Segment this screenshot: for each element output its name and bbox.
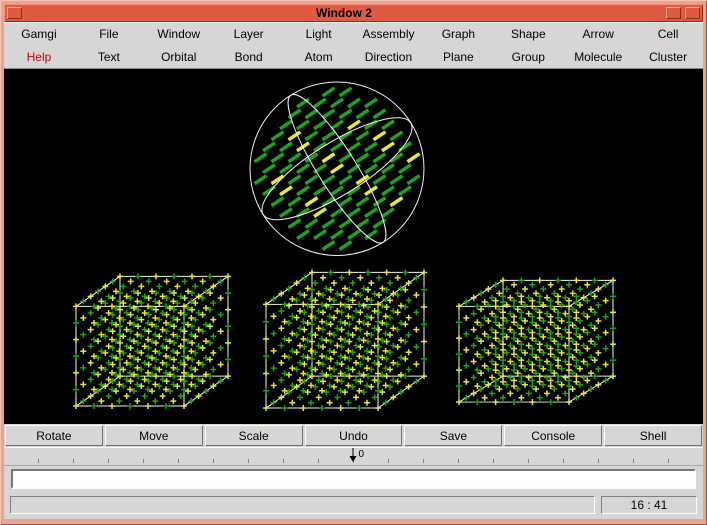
menu-item-molecule[interactable]: Molecule: [563, 45, 633, 68]
menu-item-gamgi[interactable]: Gamgi: [4, 22, 74, 45]
menu-item-plane[interactable]: Plane: [423, 45, 493, 68]
status-bar: 16 : 41: [4, 491, 703, 519]
menu-item-group[interactable]: Group: [493, 45, 563, 68]
maximize-button[interactable]: [685, 7, 700, 19]
ruler[interactable]: 0: [4, 447, 703, 466]
menu-item-help[interactable]: Help: [4, 45, 74, 68]
down-arrow-icon: [349, 448, 356, 462]
crystal-scene: [73, 81, 616, 412]
menu-bar: Gamgi File Window Layer Light Assembly G…: [4, 22, 703, 69]
menu-item-cell[interactable]: Cell: [633, 22, 703, 45]
move-button[interactable]: Move: [104, 425, 203, 446]
menu-item-file[interactable]: File: [74, 22, 144, 45]
ruler-marker: 0: [348, 448, 365, 463]
command-input[interactable]: [11, 469, 696, 489]
menu-row-top: Gamgi File Window Layer Light Assembly G…: [4, 22, 703, 45]
menu-item-text[interactable]: Text: [74, 45, 144, 68]
command-row: [4, 466, 703, 491]
menu-item-window[interactable]: Window: [144, 22, 214, 45]
status-message-panel: [10, 496, 595, 514]
menu-item-graph[interactable]: Graph: [423, 22, 493, 45]
console-button[interactable]: Console: [504, 425, 603, 446]
clock-panel: 16 : 41: [601, 496, 697, 514]
menu-item-bond[interactable]: Bond: [214, 45, 284, 68]
graphics-canvas[interactable]: [4, 69, 703, 424]
menu-item-layer[interactable]: Layer: [214, 22, 284, 45]
menu-row-bottom: Help Text Orbital Bond Atom Direction Pl…: [4, 45, 703, 68]
clock-text: 16 : 41: [630, 498, 668, 512]
menu-item-arrow[interactable]: Arrow: [563, 22, 633, 45]
menu-item-shape[interactable]: Shape: [493, 22, 563, 45]
shell-button[interactable]: Shell: [604, 425, 703, 446]
rotate-button[interactable]: Rotate: [5, 425, 103, 446]
window-menu-button[interactable]: [7, 7, 22, 19]
app-window: Window 2 Gamgi File Window Layer Light A…: [0, 0, 707, 525]
iconify-button[interactable]: [666, 7, 681, 19]
menu-item-orbital[interactable]: Orbital: [144, 45, 214, 68]
window-title: Window 2: [316, 6, 372, 20]
scale-button[interactable]: Scale: [204, 425, 303, 446]
menu-item-atom[interactable]: Atom: [284, 45, 354, 68]
menu-item-assembly[interactable]: Assembly: [354, 22, 424, 45]
save-button[interactable]: Save: [404, 425, 503, 446]
title-bar[interactable]: Window 2: [4, 4, 703, 22]
menu-item-cluster[interactable]: Cluster: [633, 45, 703, 68]
bottom-toolbar: Rotate Move Scale Undo Save Console Shel…: [4, 424, 703, 447]
menu-item-light[interactable]: Light: [284, 22, 354, 45]
undo-button[interactable]: Undo: [304, 425, 403, 446]
menu-item-direction[interactable]: Direction: [354, 45, 424, 68]
ruler-value: 0: [358, 449, 365, 460]
